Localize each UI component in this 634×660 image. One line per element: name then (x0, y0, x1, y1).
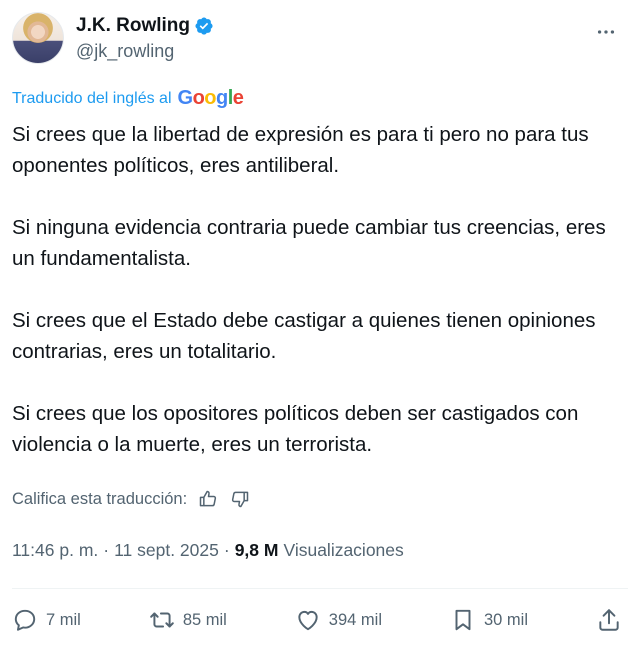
thumbs-up-icon[interactable] (197, 488, 219, 510)
tweet-text: Si crees que la libertad de expresión es… (12, 119, 622, 491)
thumbs-down-icon[interactable] (229, 488, 251, 510)
like-count: 394 mil (328, 610, 382, 629)
tweet-date[interactable]: 11 sept. 2025 (114, 540, 219, 561)
author-display-name[interactable]: J.K. Rowling (76, 15, 190, 37)
author-handle[interactable]: @jk_rowling (76, 41, 174, 62)
tweet-paragraph: Si crees que los opositores políticos de… (12, 402, 579, 456)
tweet-paragraph: Si ninguna evidencia contraria puede cam… (12, 216, 606, 270)
tweet-meta: 11:46 p. m. · 11 sept. 2025 · 9,8 M Visu… (12, 540, 404, 561)
rate-translation-label: Califica esta traducción: (12, 489, 188, 508)
tweet-header: J.K. Rowling @jk_rowling (12, 12, 622, 68)
tweet-time[interactable]: 11:46 p. m. (12, 540, 98, 561)
author-name-row: J.K. Rowling (76, 15, 214, 37)
bookmark-icon (455, 609, 471, 631)
verified-badge-icon[interactable] (194, 16, 214, 36)
repost-count: 85 mil (182, 610, 227, 629)
bookmark-count: 30 mil (483, 610, 528, 629)
meta-separator: · (103, 540, 110, 560)
reply-button[interactable]: 7 mil (12, 607, 81, 633)
reply-count: 7 mil (46, 610, 81, 629)
more-icon[interactable] (594, 20, 618, 44)
action-bar: 7 mil 85 mil 394 mil 30 mil (12, 600, 622, 640)
translated-from-label[interactable]: Traducido del inglés al (12, 90, 172, 108)
views-label: Visualizaciones (283, 540, 404, 560)
like-button[interactable]: 394 mil (295, 607, 382, 633)
share-icon (599, 609, 619, 631)
avatar[interactable] (12, 12, 64, 64)
repost-button[interactable]: 85 mil (149, 607, 227, 633)
tweet-paragraph: Si crees que el Estado debe castigar a q… (12, 309, 596, 363)
divider (12, 588, 628, 589)
translation-attribution[interactable]: Traducido del inglés al Google (12, 87, 244, 110)
repost-icon (150, 612, 174, 628)
share-button[interactable] (596, 607, 622, 633)
rate-translation-row: Califica esta traducción: (12, 488, 251, 510)
like-icon (298, 610, 318, 631)
google-logo: Google (177, 87, 244, 109)
reply-icon (14, 609, 36, 631)
meta-separator: · (223, 540, 230, 560)
tweet-paragraph: Si crees que la libertad de expresión es… (12, 123, 589, 177)
bookmark-button[interactable]: 30 mil (450, 607, 528, 633)
views-count[interactable]: 9,8 M (235, 540, 279, 561)
